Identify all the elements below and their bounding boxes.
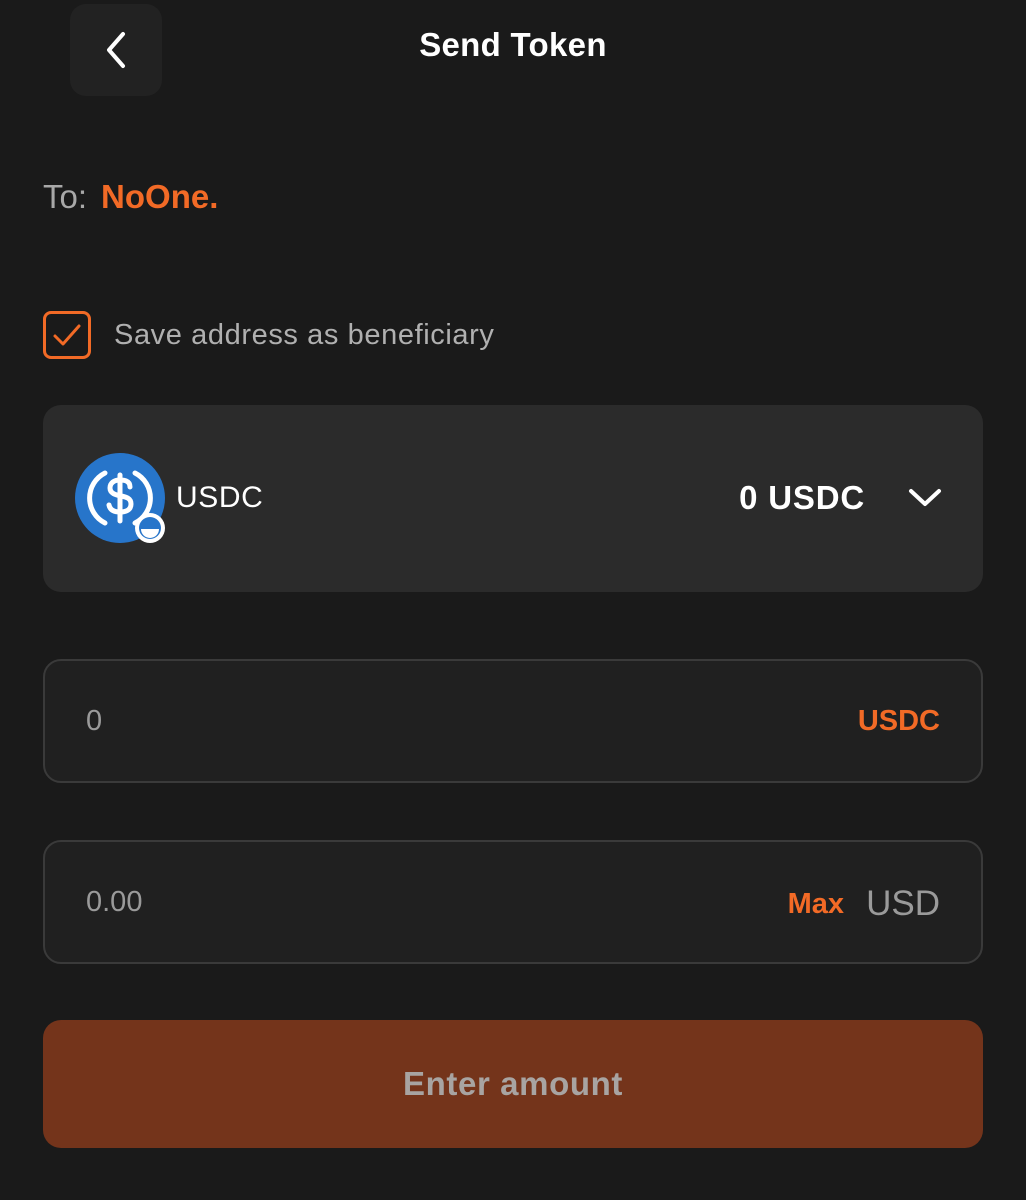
enter-amount-button[interactable]: Enter amount (43, 1020, 983, 1148)
save-beneficiary-checkbox[interactable] (43, 311, 91, 359)
fiat-amount-input[interactable] (86, 842, 686, 962)
fiat-amount-unit: USD (866, 884, 940, 923)
token-selector[interactable]: USDC 0 USDC (43, 405, 983, 592)
save-beneficiary-label: Save address as beneficiary (114, 318, 495, 351)
token-name: USDC (176, 481, 264, 514)
recipient-name: NoOne. (101, 178, 219, 215)
token-amount-unit: USDC (857, 705, 940, 737)
recipient-row: To: NoOne. (43, 178, 218, 216)
token-balance: 0 USDC (739, 479, 865, 516)
token-amount-input[interactable] (86, 661, 686, 781)
chevron-down-icon[interactable] (907, 485, 943, 511)
recipient-label: To: (43, 178, 88, 215)
fiat-amount-field[interactable]: Max USD (43, 840, 983, 964)
max-button[interactable]: Max (788, 888, 844, 921)
save-beneficiary-row[interactable]: Save address as beneficiary (43, 311, 495, 359)
usdc-coin-icon (75, 453, 165, 543)
checkmark-icon (53, 324, 81, 346)
send-token-screen: Send Token To: NoOne. Save address as be… (0, 0, 1026, 1200)
page-title: Send Token (419, 26, 607, 63)
token-amount-field[interactable]: USDC (43, 659, 983, 783)
